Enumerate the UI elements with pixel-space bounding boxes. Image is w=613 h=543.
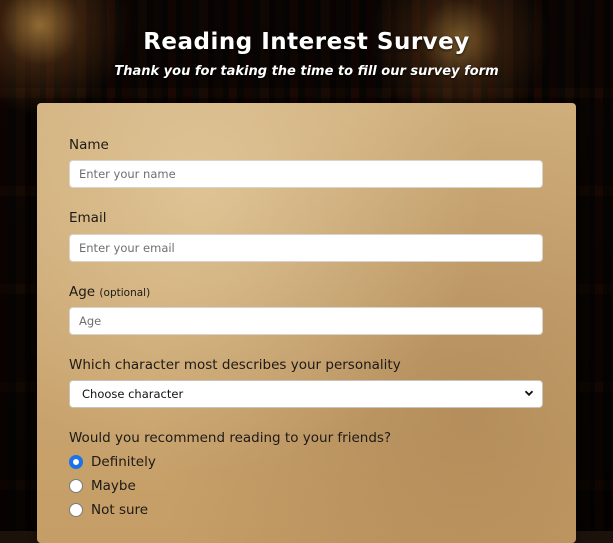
radio-label: Not sure — [91, 502, 149, 518]
email-label: Email — [69, 210, 107, 226]
page-title: Reading Interest Survey — [143, 29, 470, 55]
age-label-text: Age — [69, 284, 96, 300]
radio-button-checked[interactable] — [69, 455, 83, 469]
character-label: Which character most describes your pers… — [69, 357, 401, 373]
radio-label: Maybe — [91, 478, 136, 494]
name-label: Name — [69, 137, 109, 153]
radio-label: Definitely — [91, 454, 156, 470]
page-subtitle: Thank you for taking the time to fill ou… — [114, 64, 499, 79]
radio-button[interactable] — [69, 479, 83, 493]
age-optional-note: (optional) — [99, 287, 151, 299]
radio-option-not-sure[interactable]: Not sure — [69, 502, 148, 518]
recommend-question: Would you recommend reading to your frie… — [69, 430, 392, 446]
page-header: Reading Interest Survey Thank you for ta… — [0, 0, 613, 100]
radio-button[interactable] — [69, 503, 83, 517]
radio-option-maybe[interactable]: Maybe — [69, 478, 136, 494]
radio-option-definitely[interactable]: Definitely — [69, 454, 156, 470]
email-input[interactable] — [69, 234, 543, 262]
age-label: Age (optional) — [69, 284, 150, 300]
survey-form: Name Email Age (optional) Which characte… — [37, 103, 576, 543]
chevron-down-icon — [524, 387, 534, 401]
character-select-value: Choose character — [82, 387, 184, 401]
name-input[interactable] — [69, 160, 543, 188]
character-select[interactable]: Choose character — [69, 380, 543, 408]
age-input[interactable] — [69, 307, 543, 335]
